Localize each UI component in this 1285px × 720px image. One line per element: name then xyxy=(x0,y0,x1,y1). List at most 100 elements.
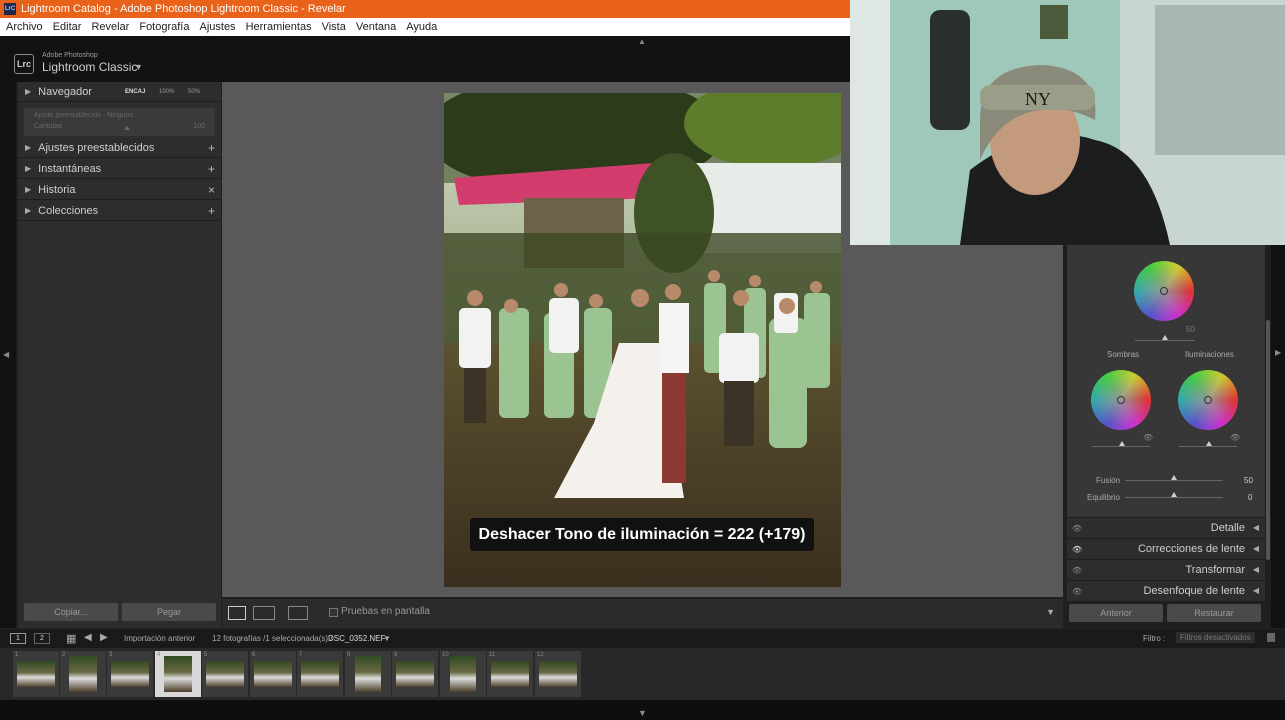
preset-label: Ajuste preestablecido · Ninguno xyxy=(34,112,134,119)
section-lens-corrections[interactable]: 👁 Correcciones de lente ◀ xyxy=(1067,538,1265,559)
balance-track[interactable] xyxy=(1125,497,1223,498)
presets-header[interactable]: ▶ Ajustes preestablecidos + xyxy=(18,138,221,158)
previous-button[interactable]: Anterior xyxy=(1069,604,1163,622)
amount-slider-knob[interactable] xyxy=(124,126,130,130)
filename-dropdown[interactable]: DSC_0352.NEF xyxy=(328,634,385,643)
eye-icon[interactable]: 👁 xyxy=(1072,587,1082,596)
toolbar-menu-icon[interactable]: ▼ xyxy=(1046,607,1055,617)
bottom-panel-toggle[interactable]: ▼ xyxy=(0,700,1285,720)
global-color-wheel[interactable] xyxy=(1134,261,1194,321)
add-icon[interactable]: + xyxy=(208,204,215,218)
chevron-down-icon[interactable]: ▼ xyxy=(383,634,391,643)
filmstrip-thumb[interactable]: 12 xyxy=(535,651,581,697)
menu-herramientas[interactable]: Herramientas xyxy=(246,21,312,33)
balance-knob[interactable] xyxy=(1171,492,1177,497)
eye-icon[interactable]: 👁 xyxy=(1072,524,1082,533)
filmstrip-thumb[interactable]: 1 xyxy=(13,651,59,697)
global-luminance-knob[interactable] xyxy=(1162,335,1168,340)
secondary-window-button[interactable]: 2 xyxy=(34,633,50,644)
balance-value[interactable]: 0 xyxy=(1248,493,1252,502)
navigator-header[interactable]: ▶ Navegador ENCAJ 100% 50% xyxy=(18,82,221,102)
before-after-icon[interactable] xyxy=(288,606,308,620)
shadows-luminance-track[interactable] xyxy=(1092,446,1150,447)
filmstrip-thumb[interactable]: 6 xyxy=(250,651,296,697)
wheel-handle[interactable] xyxy=(1117,396,1125,404)
zoom-50[interactable]: 50% xyxy=(188,89,200,95)
soft-proof-checkbox[interactable] xyxy=(329,608,338,617)
add-icon[interactable]: + xyxy=(208,162,215,176)
menu-revelar[interactable]: Revelar xyxy=(91,21,129,33)
zoom-100[interactable]: 100% xyxy=(159,89,174,95)
add-icon[interactable]: + xyxy=(208,141,215,155)
snapshots-header[interactable]: ▶ Instantáneas + xyxy=(18,159,221,179)
thumb-image xyxy=(17,661,55,687)
zoom-fit[interactable]: ENCAJ xyxy=(125,89,145,95)
disclosure-triangle-icon: ▶ xyxy=(25,164,32,173)
section-lens-blur[interactable]: 👁 Desenfoque de lente ◀ xyxy=(1067,580,1265,601)
lock-filter-icon[interactable] xyxy=(1267,633,1275,642)
thumb-number: 12 xyxy=(537,652,544,658)
section-detail[interactable]: 👁 Detalle ◀ xyxy=(1067,517,1265,538)
global-luminance-track[interactable] xyxy=(1135,340,1195,341)
disclosure-triangle-icon: ▶ xyxy=(25,87,32,96)
highlights-color-wheel[interactable] xyxy=(1178,370,1238,430)
filmstrip-thumb[interactable]: 7 xyxy=(297,651,343,697)
menu-fotografia[interactable]: Fotografía xyxy=(139,21,189,33)
shadows-color-wheel[interactable] xyxy=(1091,370,1151,430)
filmstrip-thumb-selected[interactable]: 4 xyxy=(155,651,201,697)
clear-history-icon[interactable]: × xyxy=(208,183,215,197)
menu-editar[interactable]: Editar xyxy=(53,21,82,33)
global-wheel-value: 50 xyxy=(1186,325,1195,334)
blending-track[interactable] xyxy=(1125,480,1223,481)
highlights-luminance-knob[interactable] xyxy=(1206,441,1212,446)
filmstrip-thumb[interactable]: 9 xyxy=(392,651,438,697)
back-arrow-icon[interactable]: ◀ xyxy=(84,632,92,643)
filmstrip-thumb[interactable]: 10 xyxy=(440,651,486,697)
eye-icon[interactable]: 👁 xyxy=(1143,433,1153,442)
menu-ventana[interactable]: Ventana xyxy=(356,21,396,33)
main-window-button[interactable]: 1 xyxy=(10,633,26,644)
section-transform[interactable]: 👁 Transformar ◀ xyxy=(1067,559,1265,580)
filter-dropdown[interactable]: Filtros desactivados xyxy=(1176,632,1255,643)
copy-button[interactable]: Copiar... xyxy=(24,603,118,621)
chevron-down-icon[interactable]: ▼ xyxy=(134,62,143,72)
right-panel-toggle[interactable]: ▶ xyxy=(1271,245,1285,628)
thumb-number: 7 xyxy=(299,652,303,658)
filmstrip-thumb[interactable]: 11 xyxy=(487,651,533,697)
menu-archivo[interactable]: Archivo xyxy=(6,21,43,33)
paste-button[interactable]: Pegar xyxy=(122,603,216,621)
collections-header[interactable]: ▶ Colecciones + xyxy=(18,201,221,221)
left-panel-toggle[interactable]: ◀ xyxy=(0,82,16,628)
source-label[interactable]: Importación anterior xyxy=(124,634,195,643)
eye-icon[interactable]: 👁 xyxy=(1230,433,1240,442)
filmstrip-thumb[interactable]: 2 xyxy=(60,651,106,697)
amount-label: Cantidad xyxy=(34,123,63,130)
grid-view-icon[interactable]: ▦ xyxy=(66,632,76,645)
eye-icon[interactable]: 👁 xyxy=(1072,566,1082,575)
right-panel-scrollbar[interactable] xyxy=(1266,320,1270,560)
highlights-luminance-track[interactable] xyxy=(1179,446,1237,447)
shadows-luminance-knob[interactable] xyxy=(1119,441,1125,446)
blending-knob[interactable] xyxy=(1171,475,1177,480)
collapse-right-icon: ▶ xyxy=(1275,348,1282,357)
menu-ayuda[interactable]: Ayuda xyxy=(406,21,437,33)
blending-value[interactable]: 50 xyxy=(1244,476,1253,485)
forward-arrow-icon[interactable]: ▶ xyxy=(100,632,108,643)
compare-view-icon[interactable] xyxy=(253,606,275,620)
filmstrip-bar: 1 2 ▦ ◀ ▶ Importación anterior 12 fotogr… xyxy=(0,630,1285,648)
wheel-handle[interactable] xyxy=(1204,396,1212,404)
thumb-number: 1 xyxy=(15,652,19,658)
thumb-image xyxy=(450,656,476,692)
filmstrip-thumb[interactable]: 8 xyxy=(345,651,391,697)
menu-vista[interactable]: Vista xyxy=(322,21,346,33)
reset-button[interactable]: Restaurar xyxy=(1167,604,1261,622)
eye-icon[interactable]: 👁 xyxy=(1072,545,1082,554)
filmstrip-thumb[interactable]: 5 xyxy=(202,651,248,697)
history-header[interactable]: ▶ Historia × xyxy=(18,180,221,200)
filmstrip-thumb[interactable]: 3 xyxy=(107,651,153,697)
menu-ajustes[interactable]: Ajustes xyxy=(199,21,235,33)
main-photo[interactable] xyxy=(444,93,841,587)
top-panel-toggle[interactable]: ▲ xyxy=(0,36,850,46)
loupe-view-icon[interactable] xyxy=(228,606,246,620)
wheel-handle[interactable] xyxy=(1160,287,1168,295)
